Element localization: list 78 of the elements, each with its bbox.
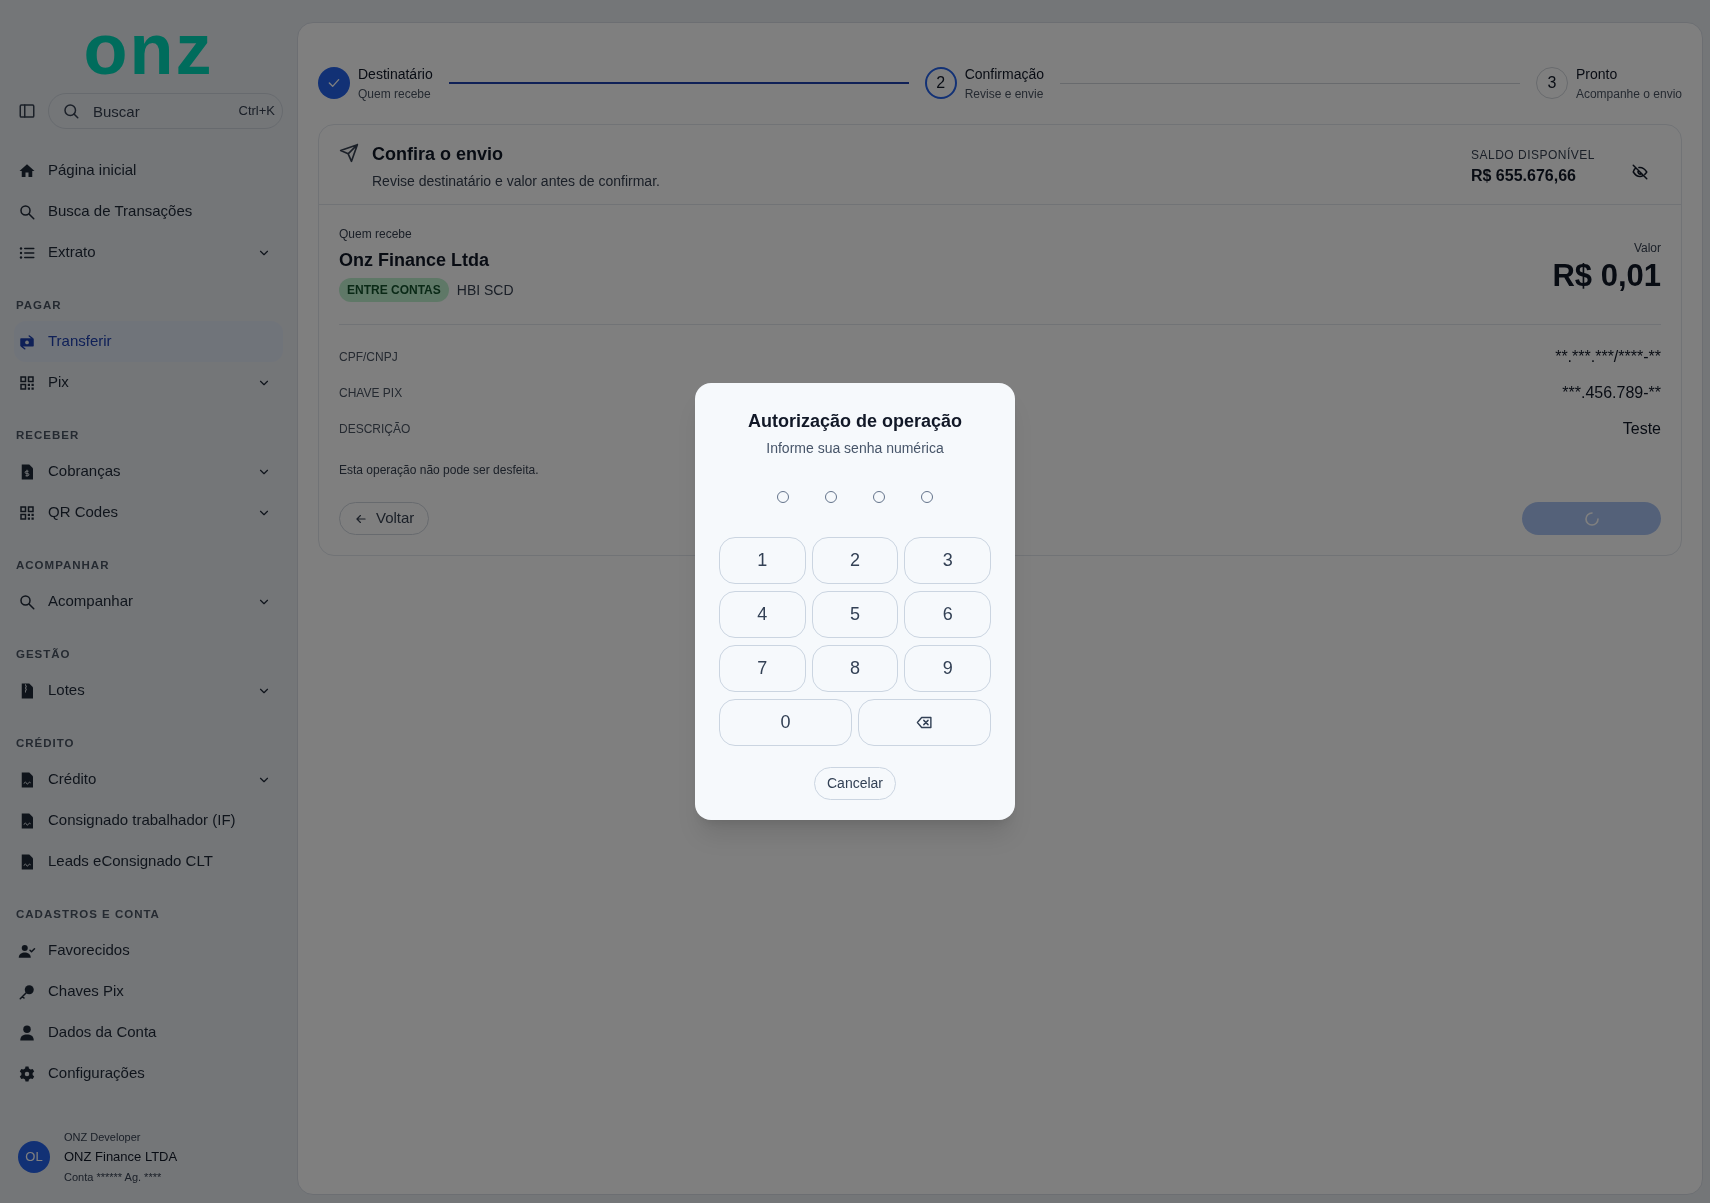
sidebar-item[interactable]: Crédito [14,759,283,800]
logo: onz [83,13,214,85]
keypad-key[interactable]: 8 [811,645,899,692]
step-title: Pronto [1575,64,1619,84]
spinner-icon [1583,510,1600,527]
keypad-key[interactable]: 0 [719,699,852,746]
balance-label: SALDO DISPONÍVEL [1470,146,1595,164]
sidebar-item[interactable]: Leads eConsignado CLT [14,841,283,882]
dialog-title: Autorização de operação [747,410,963,433]
qr-code-icon [18,373,36,392]
amount-label: Valor [1633,240,1661,257]
sidebar-item[interactable]: Transferir [14,321,283,362]
section-heading: ACOMPANHAR [15,558,111,573]
amount-value: R$ 0,01 [1552,257,1661,295]
sidebar-item[interactable]: Lotes [14,670,283,711]
keypad-key[interactable]: 3 [904,537,991,584]
sidebar-item[interactable]: Chaves Pix [14,971,283,1012]
send-icon [339,143,359,163]
keypad-key[interactable]: 4 [719,591,806,638]
step-title: Destinatário [358,64,433,84]
user-icon [18,1023,36,1042]
eye-off-icon[interactable] [1631,163,1649,181]
sidebar-item[interactable]: Acompanhar [14,581,283,622]
transfer-type-tag: ENTRE CONTAS [339,278,449,302]
keypad-key[interactable]: 2 [811,537,899,584]
sidebar-item[interactable]: Cobranças [14,451,283,492]
detail-label: CPF/CNPJ [339,349,398,366]
sidebar-item[interactable]: Configurações [14,1053,283,1094]
field-label: Quem recebe [339,226,413,243]
recipient-name: Onz Finance Ltda [339,249,490,272]
shortcut-hint: Ctrl+K [238,103,275,119]
sidebar-item[interactable]: Favorecidos [14,930,283,971]
sidebar-item[interactable]: Dados da Conta [14,1012,283,1053]
account-info: Conta ****** Ag. **** [64,1169,163,1185]
section-heading: CRÉDITO [15,736,76,751]
keypad-key[interactable]: 6 [904,591,991,638]
detail-label: CHAVE PIX [339,385,403,402]
detail-label: DESCRIÇÃO [339,421,411,438]
balance-amount: R$ 655.676,66 [1470,166,1577,186]
backspace-icon [916,714,933,731]
section-heading: GESTÃO [15,647,72,662]
detail-value: Teste [1622,419,1661,439]
user-role: ONZ Developer [64,1129,142,1145]
section-subtitle: Revise destinatário e valor antes de confirmar. [372,172,661,191]
step-subtitle: Acompanhe o envio [1575,85,1682,103]
dialog-subtitle: Informe sua senha numérica [766,439,944,458]
sidebar-item[interactable]: Consignado trabalhador (IF) [14,800,283,841]
sidebar-item[interactable]: QR Codes [14,492,283,533]
warning-note: Esta operação não pode ser desfeita. [339,462,540,479]
sidebar-item[interactable]: Pix [14,362,283,403]
detail-value: ***.456.789-** [1562,383,1661,403]
step-subtitle: Quem recebe [358,85,432,103]
section-title: Confira o envio [372,143,504,166]
sidebar-toggle-icon[interactable] [18,102,36,120]
search-icon [18,202,36,221]
sidebar-item[interactable]: Busca de Transações [14,191,283,232]
section-heading: RECEBER [15,428,81,443]
step-title: Confirmação [964,64,1044,84]
gear-icon [18,1064,36,1083]
qr-code-icon [18,503,36,522]
money-transfer-icon [18,332,36,351]
search-icon [18,592,36,611]
step-subtitle: Revise e envie [964,85,1044,103]
keypad-key[interactable]: 7 [719,645,806,692]
keypad-key[interactable]: 9 [904,645,991,692]
keypad-key[interactable]: 5 [811,591,899,638]
section-heading: PAGAR [15,298,63,313]
institution-name: HBI SCD [456,280,514,300]
sidebar-item[interactable]: Página inicial [14,150,283,191]
search-icon [62,102,80,120]
company-name: ONZ Finance LTDA [64,1148,178,1166]
keypad-key[interactable]: 1 [719,537,806,584]
section-heading: CADASTROS E CONTA [15,907,161,922]
step-number: 2 [924,67,957,99]
key-icon [18,982,36,1001]
detail-value: **.***.***/****-** [1555,347,1661,367]
sidebar-item[interactable]: Extrato [14,232,283,273]
avatar: OL [18,1140,50,1173]
